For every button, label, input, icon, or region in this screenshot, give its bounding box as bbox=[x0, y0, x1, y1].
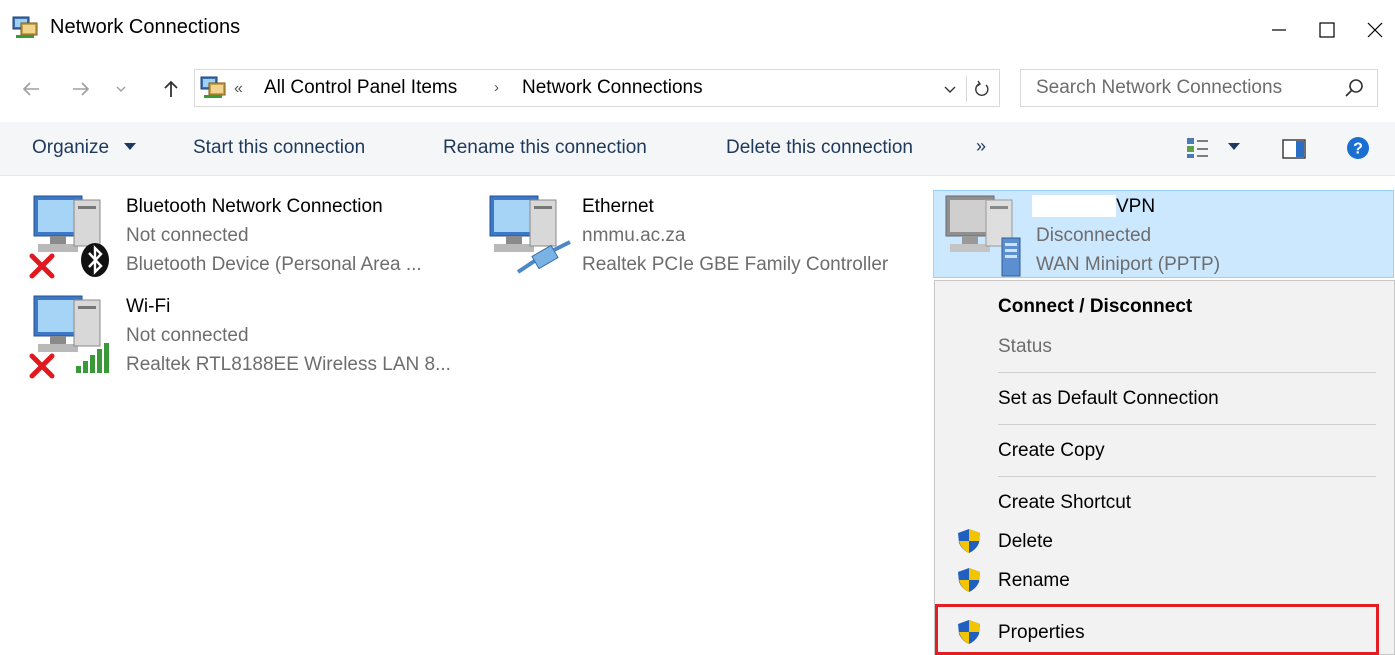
back-arrow-icon bbox=[22, 82, 39, 96]
menu-separator bbox=[998, 476, 1376, 477]
maximize-icon bbox=[1319, 22, 1335, 38]
delete-connection-button[interactable]: Delete this connection bbox=[726, 137, 913, 159]
minimize-button[interactable] bbox=[1255, 10, 1303, 50]
window-title: Network Connections bbox=[50, 16, 241, 38]
rename-connection-button[interactable]: Rename this connection bbox=[443, 137, 647, 159]
uac-shield-icon bbox=[958, 529, 980, 553]
svg-text:?: ? bbox=[1353, 141, 1363, 158]
breadcrumb-network-connections[interactable]: Network Connections bbox=[522, 77, 703, 99]
menu-item-create-shortcut[interactable]: Create Shortcut bbox=[998, 492, 1131, 514]
menu-item-create-copy[interactable]: Create Copy bbox=[998, 440, 1105, 462]
search-input[interactable]: Search Network Connections bbox=[1036, 77, 1282, 99]
refresh-button[interactable] bbox=[966, 76, 997, 102]
search-icon[interactable] bbox=[1344, 77, 1366, 99]
start-connection-button[interactable]: Start this connection bbox=[193, 137, 365, 159]
preview-pane-icon[interactable] bbox=[1282, 138, 1306, 160]
forward-button[interactable] bbox=[66, 74, 96, 104]
connection-name: Ethernet bbox=[582, 196, 654, 217]
menu-item-rename[interactable]: Rename bbox=[998, 570, 1070, 592]
close-button[interactable] bbox=[1351, 10, 1395, 50]
menu-item-connect-disconnect[interactable]: Connect / Disconnect bbox=[998, 296, 1192, 318]
menu-item-status: Status bbox=[998, 336, 1052, 357]
up-button[interactable] bbox=[156, 74, 186, 104]
server-icon bbox=[1001, 237, 1021, 277]
maximize-button[interactable] bbox=[1303, 10, 1351, 50]
uac-shield-icon bbox=[958, 620, 980, 644]
forward-arrow-icon bbox=[73, 82, 90, 96]
recent-locations-button[interactable] bbox=[106, 74, 136, 104]
connection-status: Disconnected bbox=[1036, 225, 1152, 246]
network-connections-icon bbox=[200, 76, 226, 98]
menu-item-set-default[interactable]: Set as Default Connection bbox=[998, 388, 1219, 410]
dropdown-arrow-icon[interactable] bbox=[124, 142, 136, 152]
redacted-text bbox=[1032, 195, 1116, 217]
menu-item-delete[interactable]: Delete bbox=[998, 531, 1053, 553]
menu-item-properties[interactable]: Properties bbox=[998, 622, 1085, 644]
chevron-down-icon bbox=[116, 86, 126, 92]
wifi-signal-icon bbox=[76, 343, 109, 373]
organize-button[interactable]: Organize bbox=[32, 137, 109, 159]
help-icon[interactable]: ? bbox=[1346, 136, 1370, 160]
connection-device: WAN Miniport (PPTP) bbox=[1036, 254, 1221, 275]
uac-shield-icon bbox=[958, 568, 980, 592]
connection-status: Not connected bbox=[126, 225, 249, 246]
connection-name: Bluetooth Network Connection bbox=[126, 196, 383, 217]
connection-device: Bluetooth Device (Personal Area ... bbox=[126, 254, 422, 275]
breadcrumb-separator[interactable]: › bbox=[494, 79, 499, 96]
back-button[interactable] bbox=[16, 74, 46, 104]
connection-device: Realtek PCIe GBE Family Controller bbox=[582, 254, 889, 275]
dropdown-arrow-icon[interactable] bbox=[1228, 142, 1240, 152]
network-connections-icon bbox=[12, 16, 38, 38]
connection-status: nmmu.ac.za bbox=[582, 225, 686, 246]
close-icon bbox=[1367, 22, 1383, 38]
error-x-icon bbox=[29, 353, 55, 379]
connection-status: Not connected bbox=[126, 325, 249, 346]
menu-separator bbox=[998, 424, 1376, 425]
connection-name: VPN bbox=[1116, 196, 1156, 217]
error-x-icon bbox=[29, 253, 55, 279]
menu-separator bbox=[998, 372, 1376, 373]
address-history-dropdown[interactable] bbox=[938, 76, 962, 102]
connection-name: Wi-Fi bbox=[126, 296, 171, 317]
connection-device: Realtek RTL8188EE Wireless LAN 8... bbox=[126, 354, 451, 375]
bluetooth-icon bbox=[81, 243, 109, 277]
refresh-icon bbox=[975, 80, 989, 96]
ethernet-cable-icon bbox=[516, 240, 571, 274]
change-view-icon[interactable] bbox=[1186, 136, 1210, 160]
more-commands-button[interactable]: » bbox=[976, 136, 986, 157]
minimize-icon bbox=[1272, 29, 1286, 31]
chevron-down-icon bbox=[944, 86, 956, 93]
breadcrumb-overflow[interactable]: « bbox=[234, 80, 243, 98]
breadcrumb-all-control-panel-items[interactable]: All Control Panel Items bbox=[264, 77, 457, 99]
up-arrow-icon bbox=[164, 80, 178, 97]
